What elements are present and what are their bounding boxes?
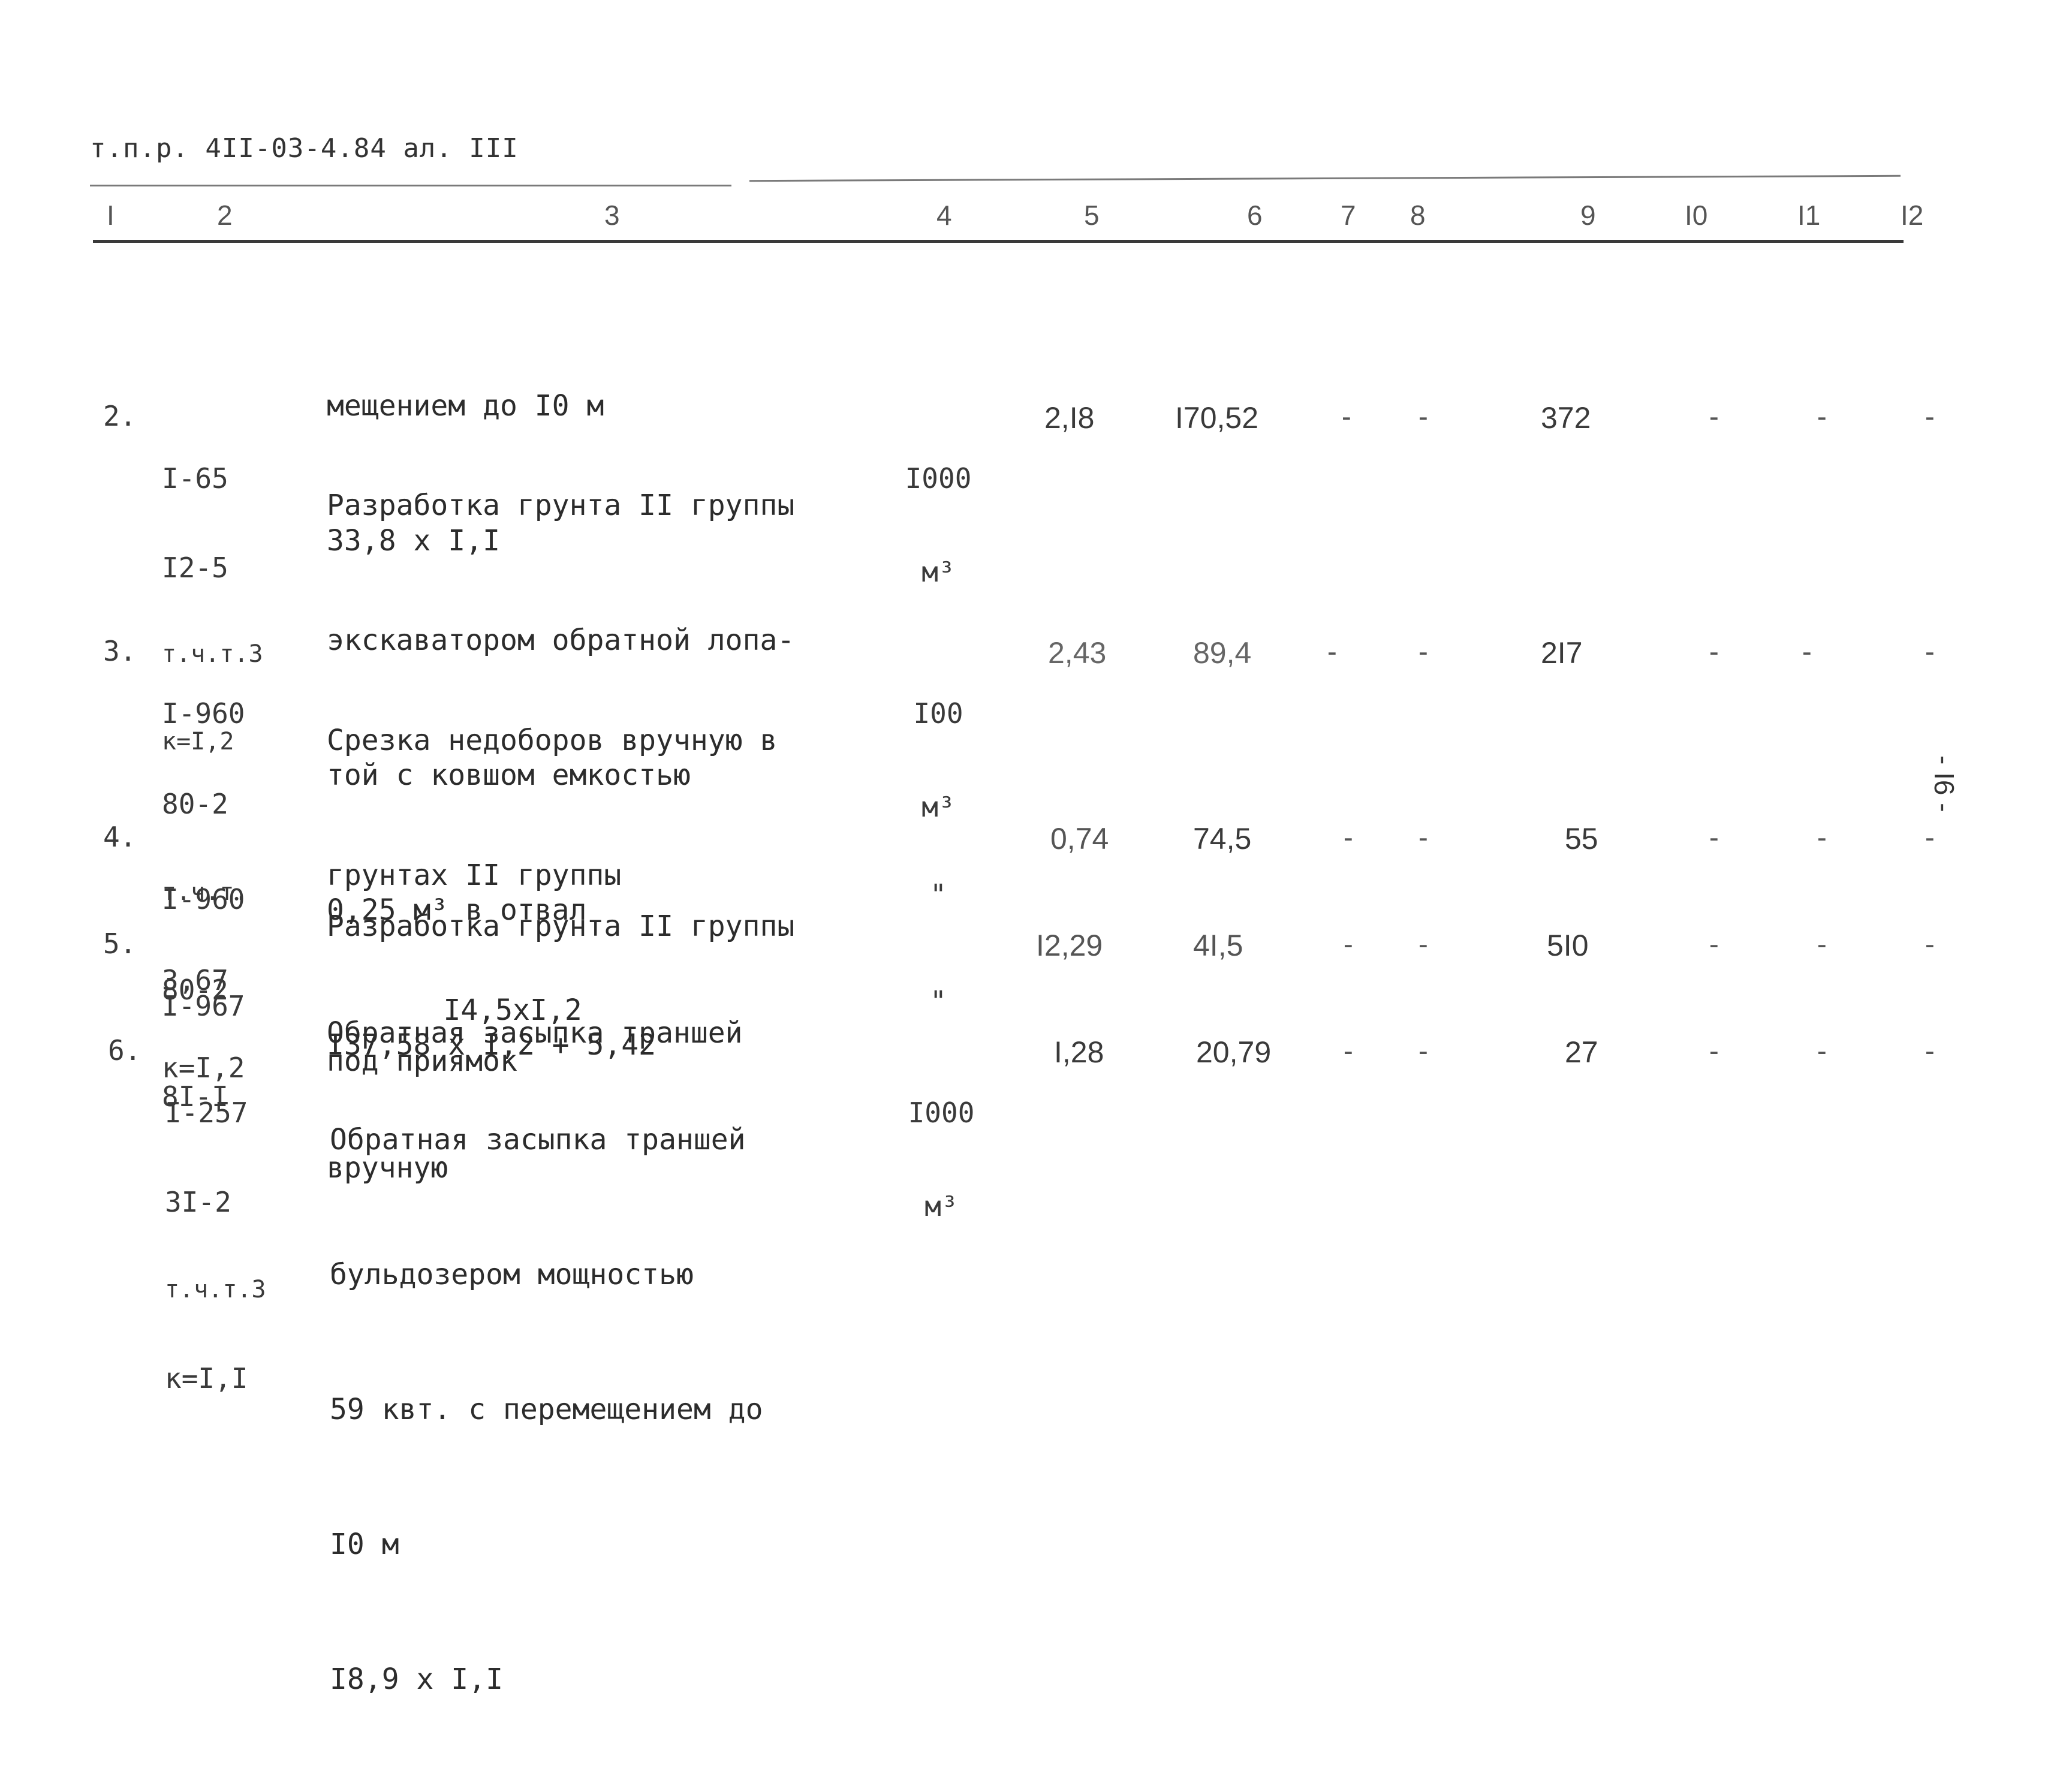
cell-col5: 2,I8: [1044, 401, 1095, 435]
description-line: Срезка недоборов вручную в: [327, 724, 778, 757]
cell-col10: -: [1706, 636, 1722, 668]
column-header: I0: [1685, 200, 1708, 231]
column-header: I2: [1901, 200, 1924, 231]
code-line: 80-2: [162, 788, 228, 820]
row-description: Обратная засыпка траншей бульдозером мощ…: [330, 1028, 763, 1792]
top-rule-right: [749, 174, 1901, 182]
cell-col11: -: [1814, 821, 1830, 854]
cell-col10: -: [1706, 400, 1722, 433]
cell-col12: -: [1922, 928, 1938, 960]
unit-measure: м³: [921, 556, 955, 588]
unit-value: I000: [908, 1097, 975, 1129]
cell-col9: 27: [1565, 1035, 1598, 1069]
column-header: 6: [1247, 200, 1263, 231]
cell-col11: -: [1814, 400, 1830, 433]
top-rule-left: [90, 185, 731, 186]
column-header: 8: [1410, 200, 1426, 231]
code-line: I-967: [162, 990, 245, 1022]
cell-col5: 2,43: [1048, 636, 1107, 670]
description-line: Обратная засыпка траншей: [330, 1123, 746, 1156]
cell-col7: -: [1340, 1035, 1357, 1067]
unit-value: I000: [905, 462, 972, 495]
cell-col8: -: [1415, 636, 1432, 668]
row-codes: I-257 3I-2 т.ч.т.3 к=I,I: [165, 1035, 266, 1453]
cell-col8: -: [1415, 928, 1432, 960]
row-number: 2.: [103, 400, 137, 432]
cell-col12: -: [1922, 636, 1938, 668]
header-bottom-rule: [93, 240, 1904, 243]
cell-col6: 20,79: [1196, 1035, 1272, 1069]
code-line: к=I,I: [165, 1362, 248, 1395]
row-number: 4.: [103, 821, 137, 853]
ditto-mark: ": [930, 985, 947, 1017]
cell-col6: 4I,5: [1193, 929, 1243, 962]
cell-col8: -: [1415, 821, 1432, 854]
description-line: I8,9 x I,I: [330, 1663, 503, 1696]
cell-col9: 372: [1541, 401, 1591, 435]
cell-col12: -: [1922, 1035, 1938, 1067]
cell-col7: -: [1340, 928, 1357, 960]
code-line: т.ч.т.3: [165, 1276, 266, 1303]
cell-col8: -: [1415, 400, 1432, 433]
cell-col9: 55: [1565, 822, 1598, 856]
column-header: 7: [1341, 200, 1356, 231]
cell-col11: -: [1814, 928, 1830, 960]
row-number: 6.: [108, 1034, 141, 1067]
column-header: 5: [1084, 200, 1100, 231]
description-line: Разработка грунта II группы: [327, 489, 795, 522]
cell-col11: -: [1799, 636, 1815, 668]
cell-col10: -: [1706, 821, 1722, 854]
code-line: I-960: [162, 697, 245, 730]
code-line: I-960: [162, 883, 245, 915]
column-header: 2: [217, 200, 233, 231]
cell-col7: -: [1338, 400, 1355, 433]
code-line: I-257: [165, 1097, 248, 1129]
column-header: I: [107, 200, 115, 231]
cell-col5: I,28: [1054, 1035, 1104, 1069]
column-header: I1: [1797, 200, 1821, 231]
column-header: 3: [604, 200, 620, 231]
cell-col12: -: [1922, 400, 1938, 433]
row-unit: I000 м³: [899, 400, 977, 650]
cell-col5: I2,29: [1036, 929, 1103, 962]
row-number: 3.: [103, 635, 137, 667]
cell-col10: -: [1706, 928, 1722, 960]
unit-value: I00: [913, 697, 963, 730]
document-reference: т.п.р. 4II-03-4.84 ал. III: [90, 133, 519, 164]
column-header: 9: [1580, 200, 1596, 231]
code-line: I2-5: [162, 552, 228, 584]
cell-col12: -: [1922, 821, 1938, 854]
column-header: 4: [936, 200, 952, 231]
cell-col9: 5I0: [1547, 929, 1589, 962]
cell-col6: 74,5: [1193, 822, 1252, 856]
ditto-mark: ": [930, 878, 947, 911]
cell-col9: 2I7: [1541, 636, 1583, 670]
cell-col7: -: [1340, 821, 1357, 854]
cell-col10: -: [1706, 1035, 1722, 1067]
description-line: бульдозером мощностью: [330, 1258, 694, 1291]
cell-col6: 89,4: [1193, 636, 1252, 670]
unit-measure: м³: [924, 1190, 958, 1222]
page-number: - I6 -: [1929, 755, 1960, 812]
cell-col11: -: [1814, 1035, 1830, 1067]
cell-col7: -: [1324, 636, 1341, 668]
code-line: 3I-2: [165, 1186, 231, 1218]
row-unit: I000 м³: [902, 1035, 980, 1284]
description-line: 59 квт. с перемещением до: [330, 1393, 763, 1426]
cell-col5: 0,74: [1050, 822, 1109, 856]
cell-col8: -: [1415, 1035, 1432, 1067]
description-line: I0 м: [330, 1528, 399, 1561]
code-line: I-65: [162, 462, 228, 495]
row-number: 5.: [103, 927, 137, 960]
cell-col6: I70,52: [1175, 401, 1259, 435]
